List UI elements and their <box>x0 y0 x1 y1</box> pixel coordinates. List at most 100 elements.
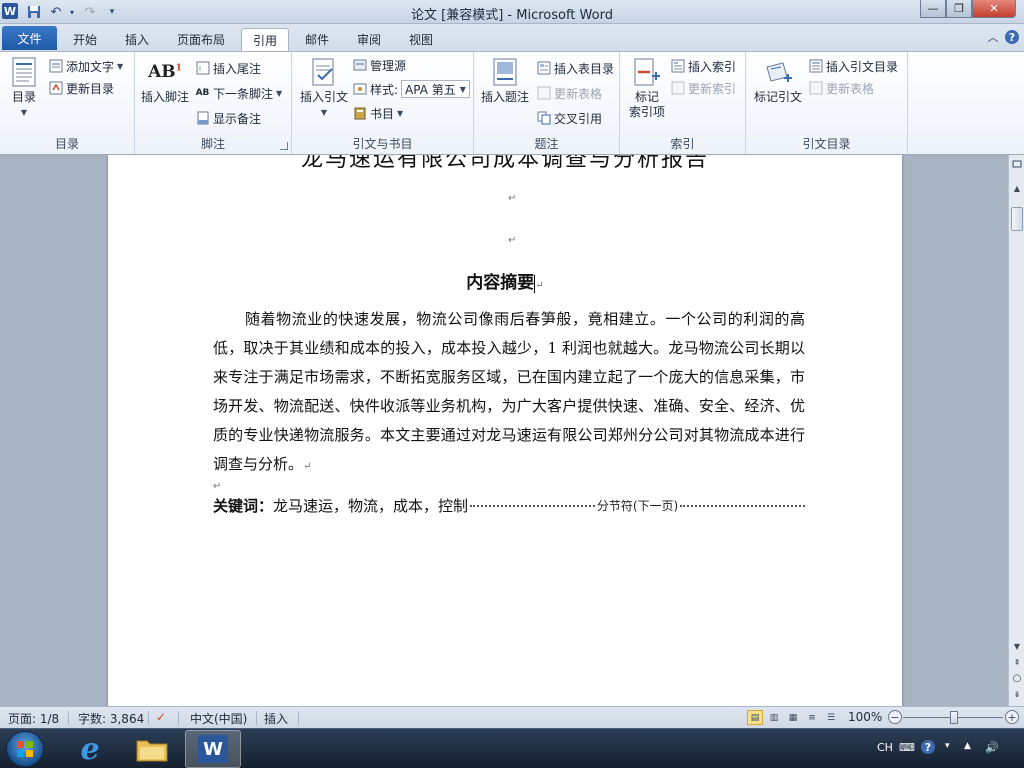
style-selector[interactable]: 样式: APA 第五 ▼ <box>352 79 470 99</box>
tab-page-layout[interactable]: 页面布局 <box>168 28 234 51</box>
file-explorer-icon[interactable] <box>124 730 180 768</box>
minimize-button[interactable]: — <box>920 0 946 18</box>
volume-icon[interactable]: 🔊 <box>985 741 999 754</box>
tab-file[interactable]: 文件 <box>2 26 57 50</box>
web-layout-icon[interactable]: ▦ <box>785 710 801 725</box>
mark-citation-icon <box>762 56 794 88</box>
insert-toa-button[interactable]: 插入引文目录 <box>808 56 898 76</box>
group-toc: 目录 ▼ 添加文字 ▼ 更新目录 目录 <box>0 52 135 154</box>
scrollbar-thumb[interactable] <box>1011 207 1023 231</box>
zoom-in-icon[interactable]: + <box>1005 710 1019 724</box>
insert-endnote-button[interactable]: i 插入尾注 <box>195 58 261 78</box>
chevron-down-icon: ▼ <box>276 88 283 98</box>
tray-menu-icon[interactable]: ▾ <box>945 741 950 751</box>
tab-review[interactable]: 审阅 <box>347 28 391 51</box>
document-area[interactable]: 龙马速运有限公司成本调查与分析报告 ↵ ↵ 内容摘要↵ 随着物流业的快速发展，物… <box>0 155 1008 706</box>
group-label-citations: 引文与书目 <box>352 137 413 151</box>
manage-sources-icon <box>352 58 367 73</box>
show-hidden-icons[interactable]: ▲ <box>964 741 971 751</box>
insert-citation-button[interactable]: 插入引文 ▼ <box>296 56 352 120</box>
caption-icon <box>489 56 521 88</box>
manage-sources-button[interactable]: 管理源 <box>352 55 406 75</box>
section-break-dots <box>680 504 805 507</box>
insert-caption-button[interactable]: 插入题注 <box>480 56 530 105</box>
manage-sources-label: 管理源 <box>370 58 407 73</box>
ruler-toggle-icon[interactable] <box>1010 157 1024 171</box>
mark-citation-button[interactable]: 标记引文 <box>752 56 804 105</box>
tab-references[interactable]: 引用 <box>241 28 289 51</box>
insert-footnote-button[interactable]: AB1 插入脚注 <box>139 56 191 105</box>
toc-button[interactable]: 目录 ▼ <box>8 56 40 120</box>
paragraph-mark: ↵ <box>303 461 312 472</box>
browse-object-button[interactable]: ○ <box>1010 671 1024 685</box>
word-count[interactable]: 字数: 3,864 <box>78 710 144 727</box>
style-value: APA 第五 <box>405 82 456 97</box>
next-page-button[interactable]: ⇟ <box>1010 687 1024 701</box>
update-index-label: 更新索引 <box>688 81 737 96</box>
insert-index-icon <box>670 59 685 74</box>
add-text-button[interactable]: 添加文字 ▼ <box>48 56 123 76</box>
internet-explorer-icon[interactable]: e <box>62 730 118 768</box>
help-icon[interactable]: ? <box>921 740 935 754</box>
scroll-up-button[interactable]: ▲ <box>1010 181 1024 195</box>
update-index-button[interactable]: 更新索引 <box>670 78 736 98</box>
minimize-ribbon-icon[interactable]: ︿ <box>986 30 1000 44</box>
group-captions: 插入题注 插入表目录 更新表格 交叉引用 题注 <box>474 52 620 154</box>
draft-view-icon[interactable]: ☰ <box>823 710 839 725</box>
document-page[interactable]: 龙马速运有限公司成本调查与分析报告 ↵ ↵ 内容摘要↵ 随着物流业的快速发展，物… <box>108 155 902 706</box>
zoom-out-icon[interactable]: − <box>888 710 902 724</box>
insert-citation-label: 插入引文 <box>299 90 348 104</box>
zoom-slider-thumb[interactable] <box>950 711 958 724</box>
group-index: 标记 索引项 插入索引 更新索引 索引 <box>620 52 746 154</box>
chevron-down-icon: ▼ <box>20 108 28 117</box>
close-button[interactable]: ✕ <box>972 0 1016 18</box>
word-taskbar-icon[interactable]: W <box>185 730 241 768</box>
full-screen-reading-icon[interactable]: ▥ <box>766 710 782 725</box>
mark-entry-button[interactable]: 标记 索引项 <box>626 56 668 120</box>
divider <box>68 711 69 725</box>
proofing-icon[interactable]: ✓ <box>156 710 166 724</box>
keyboard-icon[interactable]: ⌨ <box>899 741 915 754</box>
divider <box>256 711 257 725</box>
tab-view[interactable]: 视图 <box>399 28 443 51</box>
tab-mailings[interactable]: 邮件 <box>295 28 339 51</box>
style-icon <box>352 82 367 97</box>
update-table-button[interactable]: 更新表格 <box>536 83 602 103</box>
outline-view-icon[interactable]: ≡ <box>804 710 820 725</box>
group-citations: 插入引文 ▼ 管理源 样式: APA 第五 ▼ 书目 ▼ 引文与书目 <box>292 52 474 154</box>
word-icon: W <box>198 735 228 763</box>
tab-home[interactable]: 开始 <box>62 28 108 51</box>
help-icon[interactable]: ? <box>1005 30 1019 44</box>
bibliography-button[interactable]: 书目 ▼ <box>352 103 403 123</box>
cross-reference-button[interactable]: 交叉引用 <box>536 108 602 128</box>
insert-index-button[interactable]: 插入索引 <box>670 56 736 76</box>
update-toa-button[interactable]: 更新表格 <box>808 78 874 98</box>
print-layout-view-icon[interactable]: ▤ <box>747 710 763 725</box>
vertical-scrollbar[interactable]: ▲ ▼ ⇞ ○ ⇟ <box>1008 155 1024 706</box>
footnote-icon: AB1 <box>148 62 182 82</box>
next-footnote-button[interactable]: AB 下一条脚注 ▼ <box>195 83 283 103</box>
footnote-dialog-launcher[interactable] <box>280 142 288 150</box>
style-dropdown[interactable]: APA 第五 ▼ <box>401 80 470 98</box>
insert-table-of-figures-button[interactable]: 插入表目录 <box>536 58 614 78</box>
scroll-down-button[interactable]: ▼ <box>1010 639 1024 653</box>
previous-page-button[interactable]: ⇞ <box>1010 655 1024 669</box>
paragraph-mark: ↵ <box>535 280 544 291</box>
update-toc-button[interactable]: 更新目录 <box>48 78 114 98</box>
mark-citation-label: 标记引文 <box>753 90 802 104</box>
update-index-icon <box>670 81 685 96</box>
zoom-level[interactable]: 100% <box>848 710 882 724</box>
input-language[interactable]: CH <box>877 741 893 754</box>
page-count[interactable]: 页面: 1/8 <box>8 710 59 727</box>
insert-mode[interactable]: 插入 <box>264 710 288 727</box>
insert-toa-icon <box>808 59 823 74</box>
maximize-button[interactable]: ❐ <box>946 0 972 18</box>
language-indicator[interactable]: 中文(中国) <box>190 710 247 727</box>
start-button[interactable] <box>6 731 44 767</box>
title-bar: W ↶ ▾ ↷ ▾ 论文 [兼容模式] - Microsoft Word — ❐… <box>0 0 1024 24</box>
tab-insert[interactable]: 插入 <box>114 28 160 51</box>
mark-entry-icon <box>631 56 663 88</box>
show-notes-button[interactable]: 显示备注 <box>195 108 261 128</box>
section-break-label: 分节符(下一页) <box>596 499 679 513</box>
update-toc-label: 更新目录 <box>66 81 115 96</box>
